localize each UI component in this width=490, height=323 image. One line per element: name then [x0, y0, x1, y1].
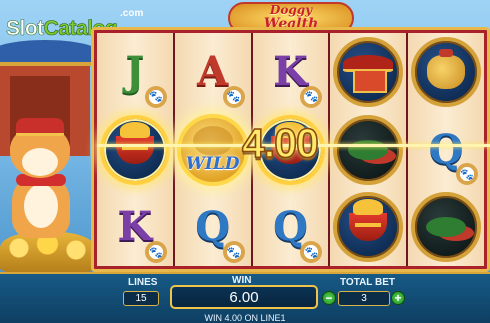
reel-cell — [330, 188, 406, 266]
win-amount-overlay: 4.00 — [241, 119, 319, 167]
reel-cell: J 🐾 — [97, 33, 173, 111]
house-icon — [343, 54, 394, 93]
symbol-q: Q — [428, 125, 464, 173]
paw-icon: 🐾 — [222, 241, 245, 264]
symbol-k: K — [273, 47, 308, 95]
paw-icon: 🐾 — [144, 241, 167, 264]
reel-cell: K 🐾 — [97, 188, 173, 266]
paw-icon: 🐾 — [144, 85, 167, 108]
paw-icon: 🐾 — [300, 241, 323, 264]
reel-cell: K 🐾 — [253, 33, 329, 111]
symbol-bag — [411, 36, 482, 107]
paw-icon: 🐾 — [300, 85, 323, 108]
paw-icon: 🐾 — [222, 85, 245, 108]
symbol-bowl — [333, 192, 404, 263]
total-bet-value: 3 — [338, 291, 390, 306]
paw-icon — [192, 125, 233, 156]
paw-icon: 🐾 — [455, 163, 478, 186]
reel-cell — [408, 33, 484, 111]
reel-2: A 🐾 WILD Q 🐾 — [174, 33, 251, 266]
reel-4 — [330, 33, 407, 266]
symbol-bowl — [99, 114, 170, 185]
lines-label: LINES — [128, 277, 158, 288]
pepper-icon — [348, 139, 389, 160]
symbol-j: J — [125, 47, 145, 95]
reel-cell — [97, 111, 173, 189]
symbol-k: K — [117, 203, 153, 251]
game-scene: SlotCatalog .com Doggy Wealth J 🐾 K 🐾 A 🐾 WILD… — [0, 0, 490, 323]
lines-value[interactable]: 15 — [123, 291, 159, 306]
reel-cell: Q 🐾 — [408, 111, 484, 189]
reel-cell: Q 🐾 — [175, 188, 251, 266]
symbol-q: Q — [273, 203, 308, 251]
total-bet-label: TOTAL BET — [340, 277, 395, 288]
symbol-a: A — [197, 47, 229, 95]
bet-decrease-button[interactable]: − — [322, 291, 336, 305]
bowl-icon — [115, 121, 154, 164]
reel-5: Q 🐾 — [408, 33, 484, 266]
reel-cell: A 🐾 — [175, 33, 251, 111]
reel-1: J 🐾 K 🐾 — [97, 33, 173, 266]
reel-cell: WILD — [175, 111, 251, 189]
symbol-pepper — [411, 192, 482, 263]
win-status-text: WIN 4.00 ON LINE1 — [204, 313, 286, 323]
wild-label: WILD — [185, 153, 240, 174]
reel-cell: Q 🐾 — [253, 188, 329, 266]
win-value: 6.00 — [170, 285, 318, 309]
reel-cell — [408, 188, 484, 266]
symbol-wild: WILD — [176, 113, 249, 186]
symbol-pepper — [333, 114, 404, 185]
symbol-house — [333, 36, 404, 107]
symbol-q: Q — [195, 203, 231, 251]
logo-line-1: Doggy — [269, 3, 313, 17]
bet-increase-button[interactable]: + — [391, 291, 405, 305]
watermark-suffix: .com — [120, 8, 144, 19]
reel-cell — [330, 33, 406, 111]
bowl-icon — [349, 199, 388, 242]
bag-icon — [427, 48, 466, 89]
reel-cell — [330, 111, 406, 189]
control-panel: LINES 15 WIN 6.00 TOTAL BET − 3 + WIN 4.… — [0, 272, 490, 323]
pepper-icon — [426, 217, 467, 238]
shiba-dog-mascot — [2, 118, 82, 243]
